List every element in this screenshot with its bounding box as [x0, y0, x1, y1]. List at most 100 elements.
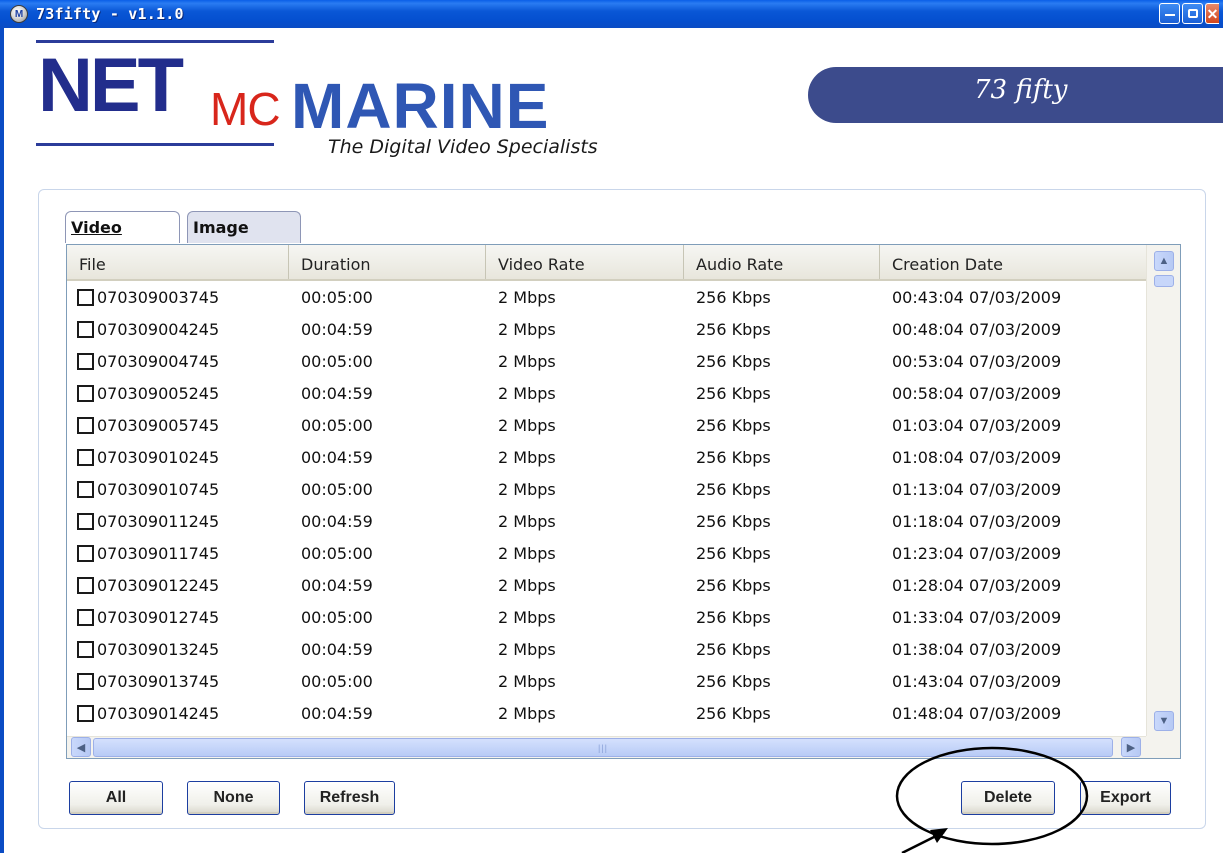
file-name: 070309005745	[97, 415, 220, 435]
cell-audio-rate: 256 Kbps	[696, 607, 771, 627]
table-row[interactable]: 070309003745 00:05:00 2 Mbps 256 Kbps 00:43:…	[67, 281, 1147, 313]
close-icon[interactable]: ✕	[1205, 3, 1219, 24]
row-checkbox[interactable]	[77, 448, 94, 466]
row-checkbox[interactable]	[77, 512, 94, 530]
table-row[interactable]: 070309010745 00:05:00 2 Mbps 256 Kbps 01:13:…	[67, 473, 1147, 505]
minimize-icon[interactable]	[1159, 3, 1180, 24]
cell-file: 070309004745	[67, 352, 289, 371]
cell-duration: 00:04:59	[301, 447, 373, 467]
row-checkbox[interactable]	[77, 416, 94, 434]
column-header-creation-date[interactable]: Creation Date	[880, 245, 1147, 279]
file-name: 070309005245	[97, 383, 220, 403]
tab-video[interactable]: Video	[65, 211, 180, 243]
table-row[interactable]: 070309012745 00:05:00 2 Mbps 256 Kbps 01:33:…	[67, 601, 1147, 633]
logo-net: NET	[38, 43, 184, 128]
cell-file: 070309004245	[67, 320, 289, 339]
table-row[interactable]: 070309012245 00:04:59 2 Mbps 256 Kbps 01:28:…	[67, 569, 1147, 601]
vertical-scrollbar[interactable]: ▲ ▼	[1146, 245, 1180, 738]
row-checkbox[interactable]	[77, 576, 94, 594]
cell-file: 070309005245	[67, 384, 289, 403]
cell-duration: 00:05:00	[301, 543, 373, 563]
logo-tagline: The Digital Video Specialists	[328, 136, 598, 158]
cell-video-rate: 2 Mbps	[498, 511, 556, 531]
app-globe-icon[interactable]: M	[10, 5, 28, 23]
file-name: 070309012745	[97, 607, 220, 627]
file-name: 070309004745	[97, 351, 220, 371]
table-row[interactable]: 070309010245 00:04:59 2 Mbps 256 Kbps 01:08:…	[67, 441, 1147, 473]
row-checkbox[interactable]	[77, 288, 94, 306]
row-checkbox[interactable]	[77, 672, 94, 690]
window-title: 73fifty - v1.1.0	[36, 5, 184, 23]
refresh-button[interactable]: Refresh	[304, 781, 395, 815]
app-window: M 73fifty - v1.1.0 ✕ NET MC MARINE The D…	[0, 0, 1223, 853]
cell-creation-date: 01:33:04 07/03/2009	[892, 607, 1062, 627]
table-row[interactable]: 070309014245 00:04:59 2 Mbps 256 Kbps 01:48:…	[67, 697, 1147, 729]
table-row[interactable]: 070309011745 00:05:00 2 Mbps 256 Kbps 01:23:…	[67, 537, 1147, 569]
cell-video-rate: 2 Mbps	[498, 703, 556, 723]
cell-audio-rate: 256 Kbps	[696, 543, 771, 563]
select-all-button[interactable]: All	[69, 781, 163, 815]
table-row[interactable]: 070309013245 00:04:59 2 Mbps 256 Kbps 01:38:…	[67, 633, 1147, 665]
column-header-audio-rate[interactable]: Audio Rate	[684, 245, 880, 279]
table-row[interactable]: 070309004745 00:05:00 2 Mbps 256 Kbps 00:53:…	[67, 345, 1147, 377]
file-name: 070309003745	[97, 287, 220, 307]
cell-audio-rate: 256 Kbps	[696, 351, 771, 371]
cell-duration: 00:04:59	[301, 639, 373, 659]
cell-video-rate: 2 Mbps	[498, 383, 556, 403]
horizontal-scrollbar[interactable]: ◀ ||| ▶	[67, 736, 1147, 758]
row-checkbox[interactable]	[77, 320, 94, 338]
horizontal-scroll-thumb[interactable]: |||	[93, 738, 1113, 757]
cell-audio-rate: 256 Kbps	[696, 287, 771, 307]
logo-mc: MC	[210, 83, 281, 135]
cell-creation-date: 01:43:04 07/03/2009	[892, 671, 1062, 691]
row-checkbox[interactable]	[77, 480, 94, 498]
cell-creation-date: 01:13:04 07/03/2009	[892, 479, 1062, 499]
export-button[interactable]: Export	[1080, 781, 1171, 815]
column-header-duration[interactable]: Duration	[289, 245, 486, 279]
product-banner: 73 fifty	[808, 67, 1223, 123]
cell-audio-rate: 256 Kbps	[696, 671, 771, 691]
scroll-left-icon[interactable]: ◀	[71, 737, 91, 757]
cell-video-rate: 2 Mbps	[498, 287, 556, 307]
cell-video-rate: 2 Mbps	[498, 575, 556, 595]
file-name: 070309011245	[97, 511, 220, 531]
row-checkbox[interactable]	[77, 640, 94, 658]
table-row[interactable]: 070309005745 00:05:00 2 Mbps 256 Kbps 01:03:…	[67, 409, 1147, 441]
scroll-up-icon[interactable]: ▲	[1154, 251, 1174, 271]
table-row[interactable]: 070309013745 00:05:00 2 Mbps 256 Kbps 01:43:…	[67, 665, 1147, 697]
column-header-video-rate[interactable]: Video Rate	[486, 245, 684, 279]
cell-file: 070309010245	[67, 448, 289, 467]
file-table: File Duration Video Rate Audio Rate Crea…	[66, 244, 1181, 759]
row-checkbox[interactable]	[77, 544, 94, 562]
cell-creation-date: 00:43:04 07/03/2009	[892, 287, 1062, 307]
tab-image[interactable]: Image	[187, 211, 301, 243]
file-name: 070309010745	[97, 479, 220, 499]
row-checkbox[interactable]	[77, 704, 94, 722]
column-header-file[interactable]: File	[67, 245, 289, 279]
cell-file: 070309013245	[67, 640, 289, 659]
table-row[interactable]: 070309004245 00:04:59 2 Mbps 256 Kbps 00:48:…	[67, 313, 1147, 345]
scroll-down-icon[interactable]: ▼	[1154, 711, 1174, 731]
cell-duration: 00:05:00	[301, 415, 373, 435]
table-row[interactable]: 070309005245 00:04:59 2 Mbps 256 Kbps 00:58:…	[67, 377, 1147, 409]
file-name: 070309010245	[97, 447, 220, 467]
scroll-right-icon[interactable]: ▶	[1121, 737, 1141, 757]
title-bar[interactable]: M 73fifty - v1.1.0 ✕	[0, 0, 1223, 28]
cell-audio-rate: 256 Kbps	[696, 703, 771, 723]
cell-creation-date: 01:18:04 07/03/2009	[892, 511, 1062, 531]
row-checkbox[interactable]	[77, 608, 94, 626]
cell-video-rate: 2 Mbps	[498, 351, 556, 371]
cell-creation-date: 00:48:04 07/03/2009	[892, 319, 1062, 339]
row-checkbox[interactable]	[77, 352, 94, 370]
table-row[interactable]: 070309011245 00:04:59 2 Mbps 256 Kbps 01:18:…	[67, 505, 1147, 537]
maximize-icon[interactable]	[1182, 3, 1203, 24]
row-checkbox[interactable]	[77, 384, 94, 402]
cell-duration: 00:04:59	[301, 383, 373, 403]
cell-file: 070309013745	[67, 672, 289, 691]
delete-button[interactable]: Delete	[961, 781, 1055, 815]
cell-video-rate: 2 Mbps	[498, 671, 556, 691]
select-none-button[interactable]: None	[187, 781, 280, 815]
cell-audio-rate: 256 Kbps	[696, 383, 771, 403]
cell-file: 070309012245	[67, 576, 289, 595]
vertical-scroll-thumb[interactable]	[1154, 275, 1174, 287]
